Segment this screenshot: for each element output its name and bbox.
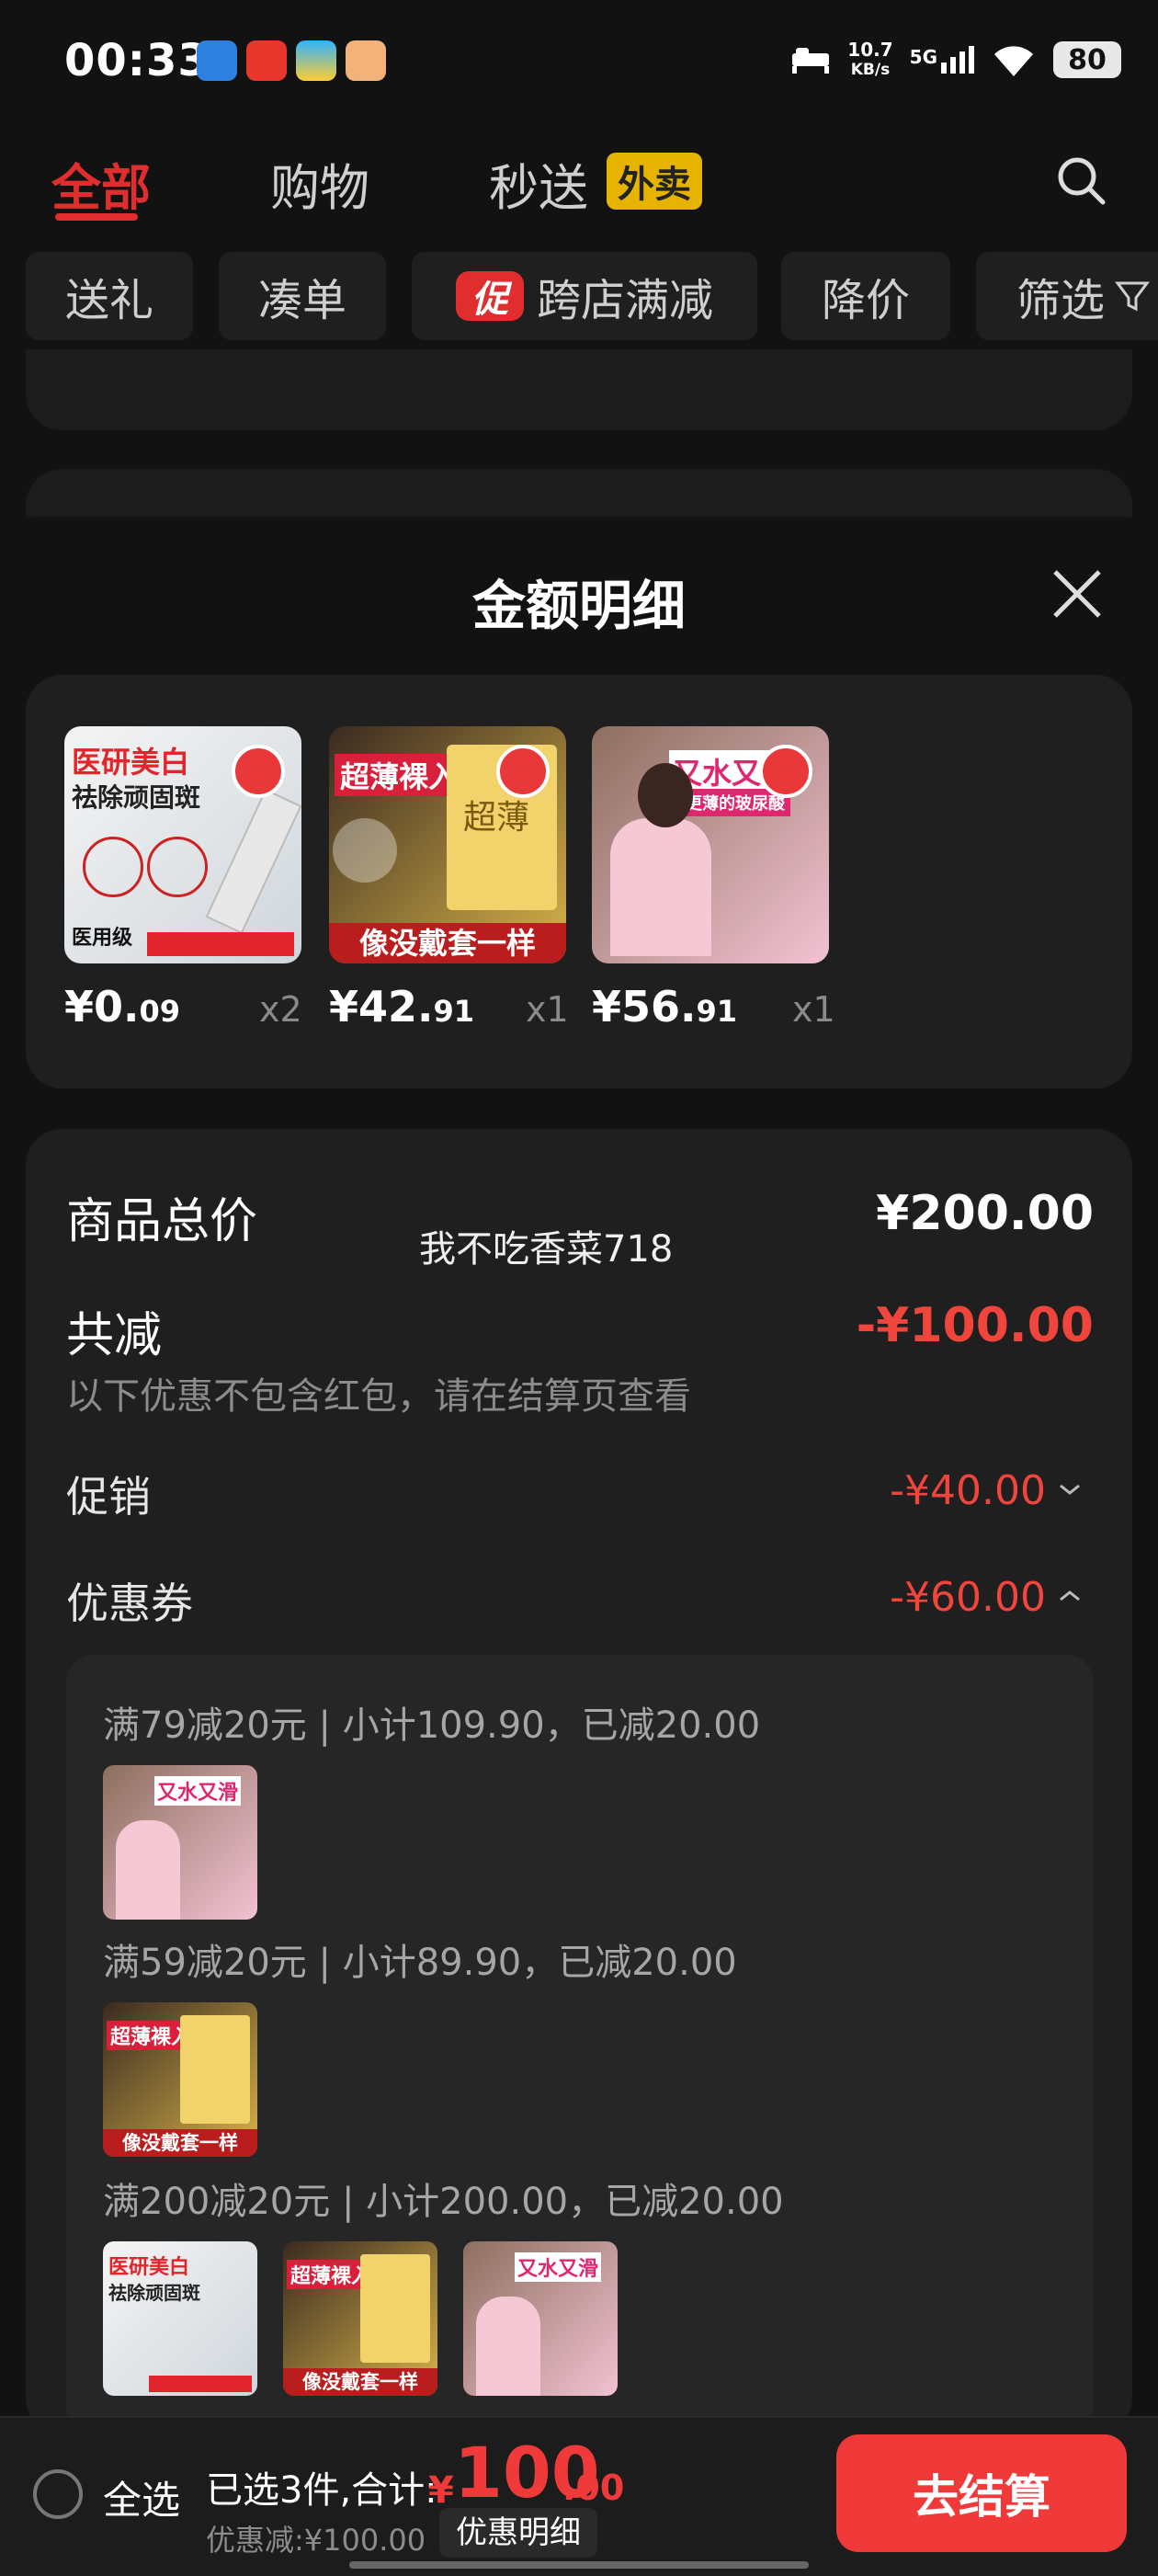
home-indicator [349, 2561, 809, 2569]
coupon-item-image: 又水又滑 [103, 1765, 257, 1920]
filter-price-drop[interactable]: 降价 [781, 252, 950, 340]
item-quantity: x1 [792, 989, 835, 1030]
app-icon-4 [346, 40, 386, 81]
item-price: ¥0.09 [64, 982, 181, 1032]
item-quantity: x2 [259, 989, 302, 1030]
item-quantity: x1 [526, 989, 569, 1030]
wifi-icon [994, 46, 1033, 76]
selection-summary: 已选3件,合计: [206, 2469, 437, 2512]
coupon-group-2: 满59减20元 | 小计89.90，已减20.00 [103, 1942, 737, 1984]
selected-check-icon[interactable] [496, 745, 550, 798]
total-reduce-label: 共减 [66, 1308, 163, 1363]
net-speed: 10.7 KB/s [847, 39, 893, 79]
promotion-value[interactable]: -¥40.00 [890, 1467, 1046, 1514]
filter-label: 筛选 [1016, 275, 1106, 326]
promotion-label: 促销 [66, 1472, 151, 1522]
image-text: 祛除顽固斑 [72, 782, 201, 813]
status-time: 00:33 [64, 35, 210, 86]
filter-cross-store[interactable]: 促 跨店满减 [412, 252, 757, 340]
image-text: 医用级 [72, 927, 133, 950]
total-price-value: ¥200.00 [876, 1186, 1094, 1241]
checkout-button[interactable]: 去结算 [836, 2434, 1127, 2552]
image-text: 像没戴套一样 [329, 923, 566, 963]
chevron-up-icon[interactable] [1057, 1587, 1083, 1605]
product-image-condom-hyaluronic[interactable]: 又水又滑 更薄的玻尿酸 [592, 726, 829, 963]
tab-all[interactable]: 全部 [51, 147, 151, 220]
filter-button[interactable]: 筛选 [976, 252, 1158, 340]
search-icon[interactable] [1055, 154, 1107, 206]
tab-underline [55, 213, 138, 221]
app-icon-2 [246, 40, 287, 81]
total-amount-decimal: .00 [562, 2468, 625, 2508]
image-text: 医研美白 [72, 745, 190, 780]
filter-cross-store-label: 跨店满减 [536, 275, 713, 326]
signal-icon: 5G [910, 46, 974, 74]
coupon-item-image: 超薄裸入 像没戴套一样 [103, 2002, 257, 2157]
product-image-condom-thin[interactable]: 超薄裸入 超薄 像没戴套一样 [329, 726, 566, 963]
app-icon-1 [197, 40, 237, 81]
close-icon[interactable] [1050, 566, 1105, 621]
battery-indicator: 80 [1053, 41, 1121, 78]
coupon-label: 优惠券 [66, 1579, 193, 1628]
watermark-text: 我不吃香菜718 [419, 1228, 674, 1271]
total-currency: ¥ [428, 2469, 454, 2512]
total-price-label: 商品总价 [66, 1194, 258, 1249]
item-price: ¥42.91 [329, 982, 475, 1032]
tab-shopping[interactable]: 购物 [270, 147, 369, 220]
image-text: 超薄裸入 [335, 754, 464, 796]
sheet-title: 金额明细 [471, 575, 686, 637]
status-right: 10.7 KB/s 5G 80 [790, 37, 1121, 83]
selected-check-icon[interactable] [759, 745, 812, 798]
coupon-value[interactable]: -¥60.00 [890, 1574, 1046, 1621]
tab-express[interactable]: 秒送 [489, 147, 588, 220]
item-price: ¥56.91 [592, 982, 738, 1032]
coupon-item-image: 超薄裸入 像没戴套一样 [283, 2241, 437, 2396]
coupon-group-3: 满200减20元 | 小计200.00，已减20.00 [103, 2181, 784, 2223]
chevron-down-icon[interactable] [1057, 1480, 1083, 1499]
reduce-note: 以下优惠不包含红包，请在结算页查看 [66, 1375, 691, 1418]
app-icon-3 [296, 40, 336, 81]
coupon-item-image: 又水又滑 [463, 2241, 618, 2396]
coupon-item-image: 医研美白 祛除顽固斑 [103, 2241, 257, 2396]
promo-tag-icon: 促 [455, 271, 524, 321]
selected-check-icon[interactable] [232, 745, 285, 798]
product-image-whitening[interactable]: 医研美白 祛除顽固斑 医用级 [64, 726, 301, 963]
waimai-badge: 外卖 [607, 153, 702, 210]
bed-icon [792, 48, 830, 74]
coupon-group-1: 满79减20元 | 小计109.90，已减20.00 [103, 1704, 761, 1747]
total-reduce-value: -¥100.00 [856, 1298, 1094, 1353]
discount-detail-link[interactable]: 优惠明细 [439, 2508, 597, 2558]
select-all-radio[interactable] [33, 2469, 83, 2519]
discount-summary: 优惠减:¥100.00 [206, 2523, 426, 2558]
funnel-icon [1115, 281, 1151, 312]
background-card [26, 349, 1132, 430]
filter-bundle[interactable]: 凑单 [219, 252, 386, 340]
filter-gift[interactable]: 送礼 [26, 252, 193, 340]
select-all-label[interactable]: 全选 [103, 2469, 180, 2525]
